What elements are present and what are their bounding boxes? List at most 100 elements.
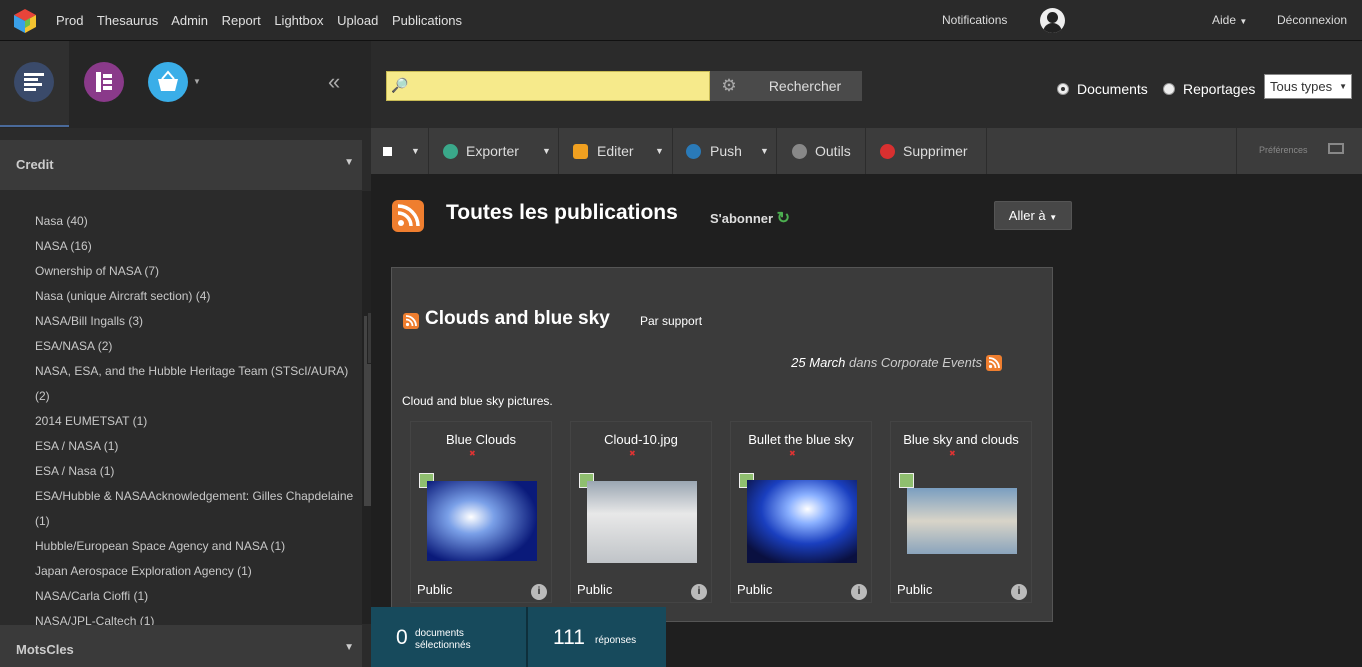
main-content: Toutes les publications S'abonner ↻ Alle… xyxy=(371,174,1362,667)
top-navbar: Prod Thesaurus Admin Report Lightbox Upl… xyxy=(0,0,1362,41)
export-button[interactable]: Exporter ▼ xyxy=(429,128,559,174)
help-menu[interactable]: Aide ▼ xyxy=(1212,13,1247,27)
chevron-down-icon: ▼ xyxy=(1049,213,1058,222)
radio-documents[interactable] xyxy=(1057,83,1069,95)
record-thumbnail[interactable]: Bullet the blue sky ✖ Public i xyxy=(730,421,872,603)
record-image[interactable] xyxy=(907,488,1017,554)
facet-title: Credit xyxy=(16,157,54,172)
nav-thesaurus[interactable]: Thesaurus xyxy=(97,13,158,28)
refresh-icon: ↻ xyxy=(776,210,791,227)
delete-button[interactable]: Supprimer xyxy=(866,128,987,174)
facet-item[interactable]: Nasa (40) xyxy=(35,209,362,234)
edit-icon xyxy=(573,144,588,159)
record-thumbnail[interactable]: Blue sky and clouds ✖ Public i xyxy=(890,421,1032,603)
nav-report[interactable]: Report xyxy=(222,13,261,28)
subscribe-label: S'abonner xyxy=(710,211,774,226)
app-logo-icon[interactable] xyxy=(13,8,37,34)
nav-publications[interactable]: Publications xyxy=(392,13,462,28)
facet-item[interactable]: NASA/JPL-Caltech (1) xyxy=(35,609,362,625)
select-all-toggle[interactable]: ▼ xyxy=(371,128,429,174)
info-icon[interactable]: i xyxy=(1011,584,1027,600)
user-avatar[interactable] xyxy=(1040,8,1065,33)
publication-title: Clouds and blue sky xyxy=(425,308,610,329)
goto-dropdown-button[interactable]: Aller à ▼ xyxy=(994,201,1072,230)
record-title: Cloud-10.jpg xyxy=(604,432,678,447)
close-icon[interactable]: ✖ xyxy=(949,449,956,458)
info-icon[interactable]: i xyxy=(851,584,867,600)
close-icon[interactable]: ✖ xyxy=(789,449,796,458)
collapse-panel-button[interactable]: « xyxy=(328,69,340,95)
tools-button[interactable]: Outils xyxy=(777,128,866,174)
thesaurus-tree-icon[interactable] xyxy=(84,62,124,102)
radio-documents-label[interactable]: Documents xyxy=(1077,81,1148,97)
facet-item[interactable]: Ownership of NASA (7) xyxy=(35,259,362,284)
record-status: Public xyxy=(897,582,933,597)
facet-item[interactable]: ESA / NASA (1) xyxy=(35,434,362,459)
chevron-down-icon: ▼ xyxy=(760,146,769,156)
action-toolbar: ▼ Exporter ▼ Editer ▼ Push ▼ Outils Supp… xyxy=(371,128,1362,174)
radio-reportages[interactable] xyxy=(1163,83,1175,95)
record-thumbnail[interactable]: Cloud-10.jpg ✖ Public i xyxy=(570,421,712,603)
tab-facets[interactable] xyxy=(0,41,69,127)
chevron-down-icon: ▼ xyxy=(1239,17,1248,26)
share-icon xyxy=(686,144,701,159)
info-icon[interactable]: i xyxy=(531,584,547,600)
facet-header-motscles[interactable]: MotsCles ▼ xyxy=(0,625,362,667)
basket-icon[interactable] xyxy=(148,62,188,102)
search-input[interactable]: 🔎 xyxy=(386,71,710,101)
facet-item[interactable]: 2014 EUMETSAT (1) xyxy=(35,409,362,434)
facet-item[interactable]: ESA/NASA (2) xyxy=(35,334,362,359)
subscribe-link[interactable]: S'abonner ↻ xyxy=(710,208,790,228)
info-icon[interactable]: i xyxy=(691,584,707,600)
edit-button[interactable]: Editer ▼ xyxy=(559,128,673,174)
type-select-value: Tous types xyxy=(1270,79,1333,94)
left-panel: ▼ « Credit ▼ Nasa (40) NASA (16) Ownersh… xyxy=(0,41,371,667)
basket-dropdown-icon[interactable]: ▼ xyxy=(193,77,201,86)
publication-author: Par support xyxy=(640,314,703,328)
radio-reportages-label[interactable]: Reportages xyxy=(1183,81,1255,97)
facet-item[interactable]: NASA (16) xyxy=(35,234,362,259)
publication-meta: 25 March dans Corporate Events xyxy=(791,355,982,370)
facet-item[interactable]: (1) xyxy=(35,509,362,534)
facet-item[interactable]: Hubble/European Space Agency and NASA (1… xyxy=(35,534,362,559)
record-image[interactable] xyxy=(587,481,697,563)
publication-category[interactable]: Corporate Events xyxy=(881,355,982,370)
answers-count: 111 xyxy=(553,626,585,649)
close-icon[interactable]: ✖ xyxy=(469,449,476,458)
publication-description: Cloud and blue sky pictures. xyxy=(402,394,553,408)
nav-lightbox[interactable]: Lightbox xyxy=(274,13,323,28)
record-image[interactable] xyxy=(747,480,857,563)
rss-feed-icon[interactable] xyxy=(392,200,424,232)
record-thumbnail[interactable]: Blue Clouds ✖ Public i xyxy=(410,421,552,603)
preferences-link[interactable]: Préférences xyxy=(1259,145,1308,155)
tools-icon xyxy=(792,144,807,159)
logout-link[interactable]: Déconnexion xyxy=(1277,13,1347,27)
nav-prod[interactable]: Prod xyxy=(56,13,83,28)
nav-upload[interactable]: Upload xyxy=(337,13,378,28)
nav-admin[interactable]: Admin xyxy=(171,13,208,28)
record-image[interactable] xyxy=(427,481,537,561)
facet-item[interactable]: Japan Aerospace Exploration Agency (1) xyxy=(35,559,362,584)
search-button[interactable]: Rechercher xyxy=(748,71,862,101)
search-area: 🔎 ⚙ Rechercher Documents Reportages Tous… xyxy=(371,41,1362,128)
monitor-icon[interactable] xyxy=(1328,143,1344,154)
select-arrow-icon: ▼ xyxy=(1339,82,1347,91)
facet-item[interactable]: NASA, ESA, and the Hubble Heritage Team … xyxy=(35,359,362,384)
type-select[interactable]: Tous types ▼ xyxy=(1264,74,1352,99)
facet-item[interactable]: ESA / Nasa (1) xyxy=(35,459,362,484)
search-icon: 🔎 xyxy=(391,77,409,93)
close-icon[interactable]: ✖ xyxy=(629,449,636,458)
facet-item[interactable]: NASA/Carla Cioffi (1) xyxy=(35,584,362,609)
facet-item[interactable]: (2) xyxy=(35,384,362,409)
rss-feed-icon[interactable] xyxy=(986,355,1002,371)
facet-item[interactable]: Nasa (unique Aircraft section) (4) xyxy=(35,284,362,309)
facet-list-credit: Nasa (40) NASA (16) Ownership of NASA (7… xyxy=(0,191,362,625)
record-status: Public xyxy=(737,582,773,597)
notifications-link[interactable]: Notifications xyxy=(942,13,1007,27)
facet-item[interactable]: NASA/Bill Ingalls (3) xyxy=(35,309,362,334)
facet-item[interactable]: ESA/Hubble & NASAAcknowledgement: Gilles… xyxy=(35,484,362,509)
rss-feed-icon[interactable] xyxy=(403,313,419,329)
search-settings-gear-icon[interactable]: ⚙ xyxy=(710,71,748,101)
push-button[interactable]: Push ▼ xyxy=(673,128,777,174)
facet-header-credit[interactable]: Credit ▼ xyxy=(0,140,362,190)
